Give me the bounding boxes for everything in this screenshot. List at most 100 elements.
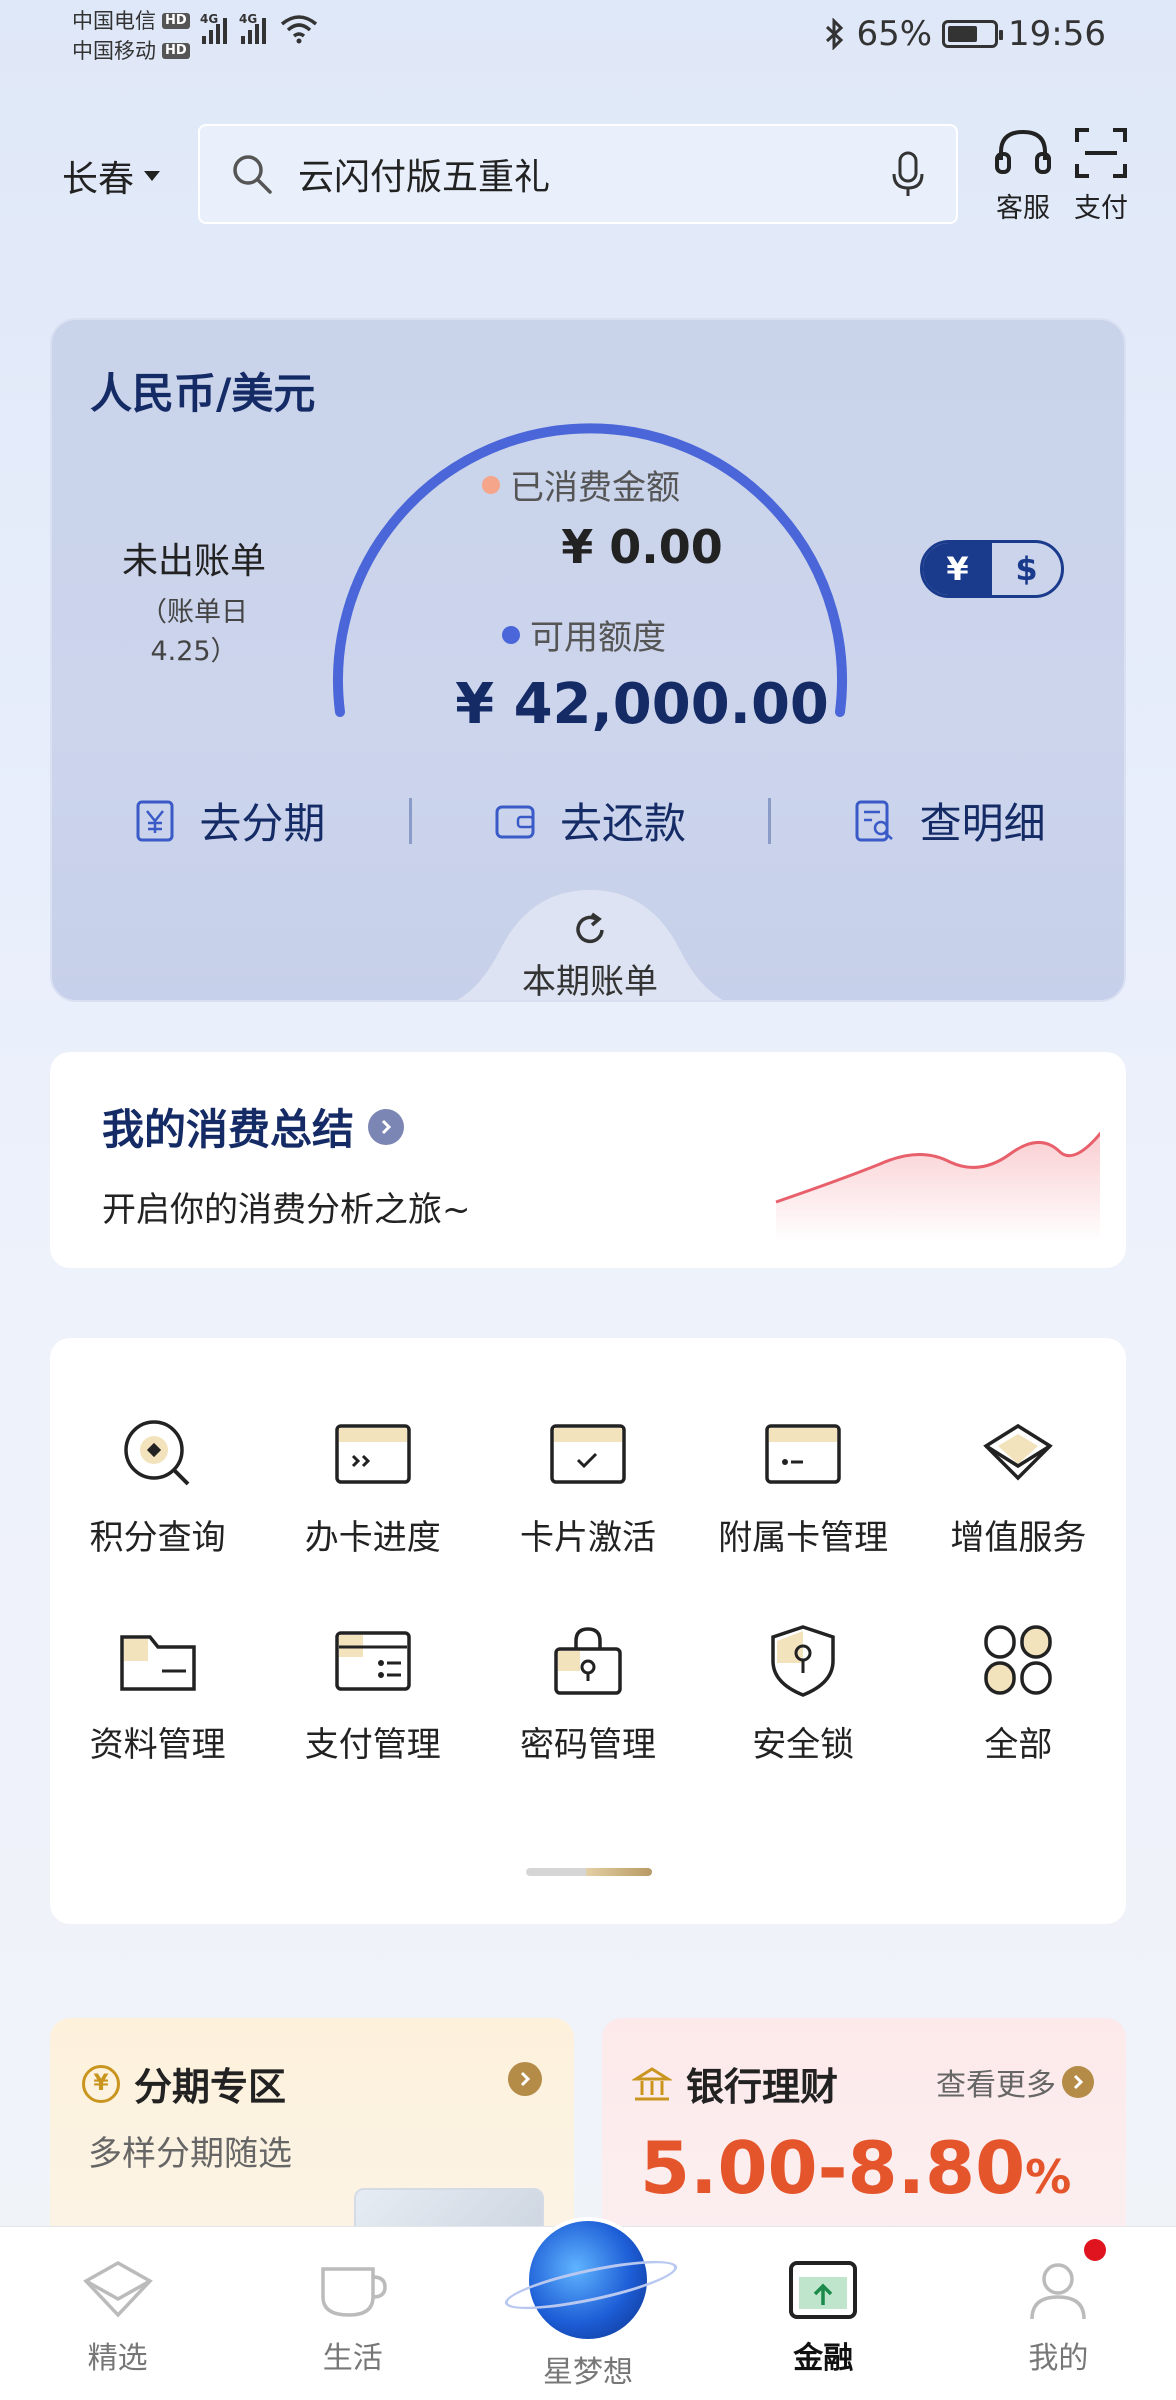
service-label: 卡片激活 <box>519 1518 656 1558</box>
tab-star-dream[interactable]: 星梦想 <box>470 2217 705 2400</box>
yen-doc-icon <box>136 800 174 841</box>
card-progress-icon <box>335 1424 411 1484</box>
service-security-lock[interactable]: 安全锁 <box>696 1623 911 1766</box>
signal-indicators: 4G 4G <box>200 12 318 44</box>
service-label: 增值服务 <box>950 1518 1087 1558</box>
status-right: 65% 19:56 <box>824 14 1106 54</box>
details-label: 查明细 <box>919 799 1046 848</box>
service-label: 安全锁 <box>752 1725 855 1765</box>
currency-title: 人民币/美元 <box>90 369 316 418</box>
summary-subtitle: 开启你的消费分析之旅~ <box>102 1190 471 1230</box>
wallet-icon <box>335 1631 411 1691</box>
cup-icon <box>321 2267 387 2317</box>
microphone-icon[interactable] <box>890 150 926 198</box>
yield-rate-value: 5.00-8.80 <box>640 2126 1026 2210</box>
spent-label: 已消费金额 <box>482 460 802 509</box>
city-label: 长春 <box>62 159 135 200</box>
service-label: 密码管理 <box>519 1725 656 1765</box>
tab-label: 精选 <box>87 2341 148 2376</box>
planet-icon <box>525 2217 651 2343</box>
service-points[interactable]: 积分查询 <box>50 1416 265 1559</box>
toggle-cny[interactable]: ¥ <box>923 543 992 595</box>
spent-label-text: 已消费金额 <box>510 468 680 508</box>
caret-down-icon <box>144 171 161 181</box>
currency-toggle[interactable]: ¥ $ <box>920 540 1064 598</box>
service-profile[interactable]: 资料管理 <box>50 1623 265 1766</box>
tab-mine[interactable]: 我的 <box>941 2227 1176 2400</box>
summary-title: 我的消费总结 <box>102 1096 405 1157</box>
service-label: 积分查询 <box>89 1518 226 1558</box>
period-bill-label: 本期账单 <box>522 962 658 1002</box>
details-button[interactable]: 查明细 <box>771 790 1124 851</box>
value-added-icon <box>983 1423 1054 1481</box>
status-carriers: 中国电信 HD 中国移动 HD <box>72 6 190 66</box>
clock: 19:56 <box>1008 14 1106 54</box>
wealth-title-text: 银行理财 <box>686 2065 839 2109</box>
view-more-link[interactable]: 查看更多 <box>936 2060 1094 2104</box>
service-label: 全部 <box>984 1725 1053 1765</box>
carrier-1: 中国电信 <box>72 9 156 33</box>
battery-icon <box>942 20 1004 48</box>
installment-zone-title-text: 分期专区 <box>134 2065 287 2109</box>
installment-label: 去分期 <box>199 799 326 848</box>
search-doc-icon <box>855 800 893 841</box>
notification-dot <box>1084 2239 1107 2261</box>
consumption-summary-card[interactable]: 我的消费总结 开启你的消费分析之旅~ <box>50 1052 1126 1268</box>
search-bar[interactable]: 云闪付版五重礼 <box>198 124 958 224</box>
refresh-icon <box>576 912 604 944</box>
user-icon <box>1030 2263 1087 2320</box>
available-label-text: 可用额度 <box>530 618 666 658</box>
shield-icon <box>771 1625 835 1697</box>
finance-icon <box>789 2261 858 2319</box>
chevron-right-icon[interactable] <box>508 2062 542 2096</box>
view-more-label: 查看更多 <box>936 2068 1056 2103</box>
toggle-usd[interactable]: $ <box>992 543 1061 595</box>
installment-button[interactable]: 去分期 <box>52 790 409 851</box>
tab-label: 生活 <box>322 2341 383 2376</box>
page-indicator <box>526 1868 652 1876</box>
trend-sparkline <box>775 1131 1100 1242</box>
service-password[interactable]: 密码管理 <box>480 1623 695 1766</box>
services-panel: 积分查询 办卡进度 卡片激活 附属卡管理 增值服务 资料管理 支付管理 密码管理… <box>50 1338 1126 1924</box>
wallet-icon <box>495 805 535 838</box>
bill-card: 人民币/美元 未出账单 （账单日4.25） 已消费金额 ¥ 0.00 可用额度 … <box>50 318 1126 1002</box>
spent-dot <box>482 475 500 494</box>
available-label: 可用额度 <box>502 610 822 659</box>
tab-label: 金融 <box>793 2341 854 2376</box>
bluetooth-icon <box>826 18 844 50</box>
customer-service-label: 客服 <box>996 193 1050 224</box>
service-sub-card[interactable]: 附属卡管理 <box>696 1416 911 1559</box>
yield-rate: 5.00-8.80% <box>640 2126 1071 2210</box>
service-card-activate[interactable]: 卡片激活 <box>480 1416 695 1559</box>
chevron-right-icon <box>368 1108 405 1145</box>
repay-button[interactable]: 去还款 <box>412 790 769 851</box>
hd-badge-1: HD <box>162 13 190 29</box>
service-payment[interactable]: 支付管理 <box>265 1623 480 1766</box>
unbilled-title: 未出账单 <box>121 541 266 582</box>
tab-life[interactable]: 生活 <box>235 2227 470 2400</box>
pay-label: 支付 <box>1074 193 1128 224</box>
service-value-added[interactable]: 增值服务 <box>911 1416 1126 1559</box>
search-input[interactable]: 云闪付版五重礼 <box>298 148 890 200</box>
search-icon <box>233 155 272 194</box>
tab-featured[interactable]: 精选 <box>0 2227 235 2400</box>
service-card-progress[interactable]: 办卡进度 <box>265 1416 480 1559</box>
hd-badge-2: HD <box>162 43 190 59</box>
spent-amount: ¥ 0.00 <box>561 520 723 574</box>
tab-finance[interactable]: 金融 <box>706 2227 941 2400</box>
customer-service-button[interactable]: 客服 <box>988 126 1058 225</box>
available-dot <box>502 625 520 644</box>
service-label: 资料管理 <box>89 1725 226 1765</box>
city-selector[interactable]: 长春 <box>62 150 161 202</box>
sub-card-icon <box>765 1424 841 1484</box>
signal-icon: 4G <box>200 12 227 44</box>
headset-icon <box>995 129 1051 174</box>
service-all[interactable]: 全部 <box>911 1623 1126 1766</box>
bill-actions: 去分期 去还款 查明细 <box>52 790 1124 851</box>
available-amount: ¥ 42,000.00 <box>455 672 829 737</box>
unbilled-bill[interactable]: 未出账单 （账单日4.25） <box>104 532 284 668</box>
chevron-right-icon <box>1062 2066 1094 2098</box>
pay-button[interactable]: 支付 <box>1066 126 1136 225</box>
diamond-icon <box>82 2260 153 2318</box>
battery-percent: 65% <box>856 14 933 54</box>
